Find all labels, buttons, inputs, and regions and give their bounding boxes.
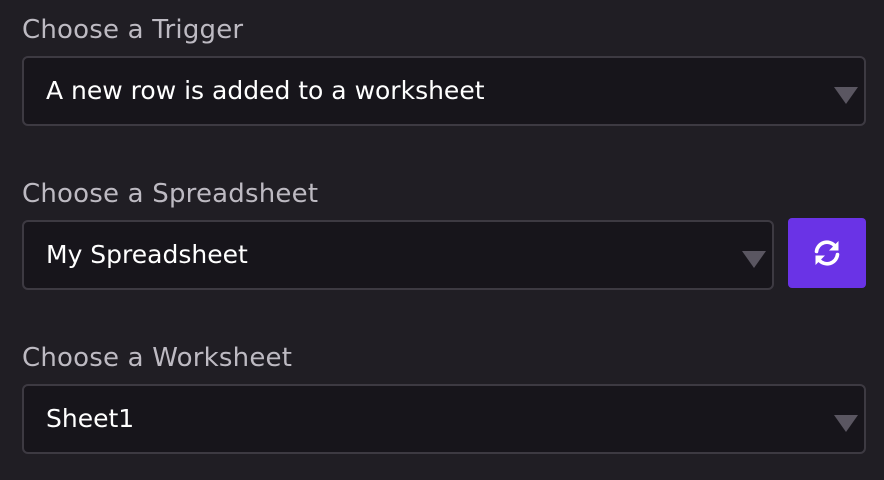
worksheet-label: Choose a Worksheet (22, 343, 293, 373)
trigger-select-value: A new row is added to a worksheet (46, 76, 485, 105)
trigger-config-form: Choose a Trigger A new row is added to a… (0, 0, 884, 480)
refresh-icon (814, 240, 840, 266)
refresh-spreadsheets-button[interactable] (788, 218, 866, 288)
worksheet-select[interactable]: Sheet1 (22, 384, 866, 454)
worksheet-select-value: Sheet1 (46, 404, 135, 433)
trigger-label: Choose a Trigger (22, 15, 244, 45)
chevron-down-icon (834, 415, 858, 432)
spreadsheet-field: Choose a Spreadsheet My Spreadsheet (22, 178, 866, 292)
chevron-down-icon (834, 87, 858, 104)
trigger-field: Choose a Trigger A new row is added to a… (22, 14, 866, 128)
spreadsheet-select-value: My Spreadsheet (46, 240, 248, 269)
spreadsheet-select[interactable]: My Spreadsheet (22, 220, 774, 290)
trigger-select[interactable]: A new row is added to a worksheet (22, 56, 866, 126)
spreadsheet-label: Choose a Spreadsheet (22, 179, 319, 209)
chevron-down-icon (742, 251, 766, 268)
worksheet-field: Choose a Worksheet Sheet1 (22, 342, 866, 456)
